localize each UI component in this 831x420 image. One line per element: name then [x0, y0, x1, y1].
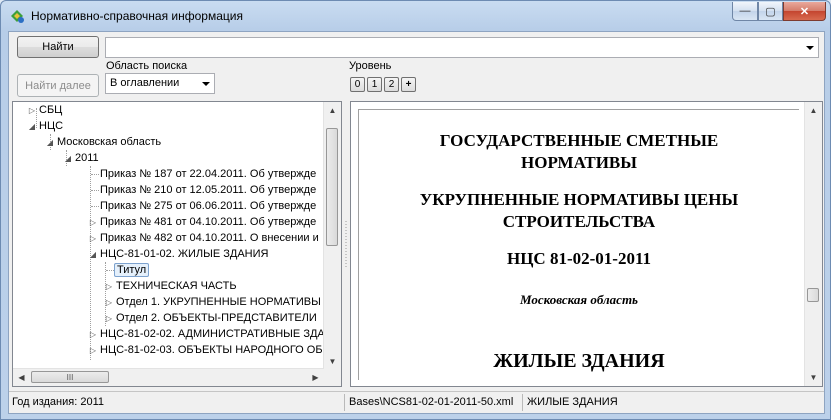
- tree-item[interactable]: ▷ Приказ № 481 от 04.10.2011. Об утвержде: [88, 214, 318, 230]
- triangle-right-icon[interactable]: ▷: [27, 103, 37, 118]
- doc-title-line-4: СТРОИТЕЛЬСТВА: [502, 212, 656, 231]
- level-label: Уровень: [349, 60, 392, 72]
- triangle-right-icon[interactable]: ▷: [88, 231, 98, 246]
- tree-item[interactable]: ◢ НЦС: [27, 118, 65, 134]
- status-separator: [344, 394, 345, 411]
- doc-code: НЦС 81-02-01-2011: [506, 249, 652, 268]
- client-area: Найти Найти далее Область поиска В оглав…: [8, 31, 825, 414]
- document-vertical-scrollbar[interactable]: ▲ ▼: [804, 102, 822, 386]
- doc-title-line-1: ГОСУДАРСТВЕННЫЕ СМЕТНЫЕ: [439, 131, 719, 150]
- minimize-icon: —: [739, 5, 751, 17]
- level-2-button[interactable]: 2: [384, 77, 399, 92]
- splitter-grip-icon: [345, 221, 347, 269]
- find-button[interactable]: Найти: [17, 36, 99, 58]
- doc-title-line-2: НОРМАТИВЫ: [521, 153, 637, 172]
- triangle-right-icon[interactable]: ▷: [104, 311, 114, 326]
- status-edition: Год издания: 2011: [12, 396, 104, 408]
- tree-item[interactable]: ▷ СБЦ: [27, 102, 64, 118]
- scroll-left-icon[interactable]: ◀: [13, 369, 30, 386]
- title-bar[interactable]: Нормативно-справочная информация — ▢ ✕: [1, 1, 830, 31]
- triangle-down-icon[interactable]: ◢: [63, 151, 73, 166]
- level-0-button[interactable]: 0: [350, 77, 365, 92]
- panel-splitter[interactable]: [342, 101, 350, 387]
- contents-tree[interactable]: ▷ СБЦ ◢ НЦС ◢ Московская область ◢ 2011 Прик…: [12, 101, 342, 387]
- tree-item[interactable]: ◢ НЦС-81-01-02. ЖИЛЫЕ ЗДАНИЯ: [88, 246, 270, 262]
- scroll-up-icon[interactable]: ▲: [324, 102, 341, 119]
- tree-item[interactable]: ▷ Отдел 2. ОБЪЕКТЫ-ПРЕДСТАВИТЕЛИ: [104, 310, 319, 326]
- minimize-button[interactable]: —: [732, 2, 758, 21]
- doc-region: Московская область: [519, 292, 638, 307]
- status-bar: Год издания: 2011 Bases\NCS81-02-01-2011…: [9, 391, 824, 414]
- triangle-right-icon[interactable]: ▷: [88, 343, 98, 358]
- tree-item[interactable]: ▷ НЦС-81-02-02. АДМИНИСТРАТИВНЫЕ ЗДАНИ: [88, 326, 341, 342]
- triangle-right-icon[interactable]: ▷: [104, 295, 114, 310]
- triangle-right-icon[interactable]: ▷: [88, 327, 98, 342]
- tree-item[interactable]: ◢ Московская область: [45, 134, 163, 150]
- status-separator: [522, 394, 523, 411]
- main-window: Нормативно-справочная информация — ▢ ✕ Н…: [0, 0, 831, 420]
- triangle-right-icon[interactable]: ▷: [88, 215, 98, 230]
- search-area-select[interactable]: В оглавлении: [105, 73, 215, 94]
- tree-item[interactable]: ▷ Приказ № 482 от 04.10.2011. О внесении …: [88, 230, 321, 246]
- scroll-down-icon[interactable]: ▼: [324, 353, 341, 370]
- chevron-down-icon: [202, 81, 210, 86]
- search-input[interactable]: [105, 37, 819, 58]
- tree-item[interactable]: Приказ № 275 от 06.06.2011. Об утвержде: [88, 198, 318, 214]
- tree-item[interactable]: ◢ 2011: [63, 150, 101, 166]
- triangle-down-icon[interactable]: ◢: [27, 119, 37, 134]
- close-icon: ✕: [799, 5, 810, 18]
- doc-title-line-3: УКРУПНЕННЫЕ НОРМАТИВЫ ЦЕНЫ: [419, 190, 739, 209]
- tree-item[interactable]: Приказ № 187 от 22.04.2011. Об утвержде: [88, 166, 318, 182]
- document-viewer[interactable]: ГОСУДАРСТВЕННЫЕ СМЕТНЫЕ НОРМАТИВЫ УКРУПН…: [350, 101, 823, 387]
- scroll-up-icon[interactable]: ▲: [805, 102, 822, 119]
- level-1-button[interactable]: 1: [367, 77, 382, 92]
- triangle-down-icon[interactable]: ◢: [45, 135, 55, 150]
- scroll-right-icon[interactable]: ▶: [307, 369, 324, 386]
- search-area-label: Область поиска: [106, 60, 188, 72]
- status-file-path: Bases\NCS81-02-01-2011-50.xml: [349, 396, 514, 408]
- chevron-down-icon[interactable]: [806, 45, 814, 50]
- tree-horizontal-scrollbar[interactable]: ◀ III ▶: [13, 368, 324, 386]
- tree-vscroll-thumb[interactable]: [326, 128, 338, 246]
- tree-item[interactable]: ▷ Отдел 1. УКРУПНЕННЫЕ НОРМАТИВЫ Ц: [104, 294, 334, 310]
- level-expand-all-button[interactable]: +: [401, 77, 416, 92]
- tree-item[interactable]: ▷ ТЕХНИЧЕСКАЯ ЧАСТЬ: [104, 278, 239, 294]
- doc-section-title: ЖИЛЫЕ ЗДАНИЯ: [493, 350, 665, 372]
- close-button[interactable]: ✕: [783, 2, 826, 21]
- window-title: Нормативно-справочная информация: [31, 9, 243, 23]
- search-area-value: В оглавлении: [110, 77, 180, 89]
- tree-item-selected[interactable]: Титул: [104, 262, 150, 278]
- find-next-button[interactable]: Найти далее: [17, 74, 99, 97]
- scroll-corner: [324, 369, 341, 386]
- tree-item[interactable]: Приказ № 210 от 12.05.2011. Об утвержде: [88, 182, 318, 198]
- status-section: ЖИЛЫЕ ЗДАНИЯ: [527, 396, 618, 408]
- tree-vertical-scrollbar[interactable]: ▲ ▼: [323, 102, 341, 370]
- scroll-down-icon[interactable]: ▼: [805, 369, 822, 386]
- maximize-icon: ▢: [765, 5, 776, 18]
- document-page: ГОСУДАРСТВЕННЫЕ СМЕТНЫЕ НОРМАТИВЫ УКРУПН…: [358, 109, 799, 380]
- tree-item[interactable]: ▷ НЦС-81-02-03. ОБЪЕКТЫ НАРОДНОГО ОБРА: [88, 342, 339, 358]
- document-vscroll-thumb[interactable]: [807, 288, 819, 302]
- triangle-down-icon[interactable]: ◢: [88, 247, 98, 262]
- tree-hscroll-thumb[interactable]: III: [31, 371, 109, 383]
- maximize-button[interactable]: ▢: [758, 2, 783, 21]
- app-logo-icon: [11, 10, 24, 23]
- triangle-right-icon[interactable]: ▷: [104, 279, 114, 294]
